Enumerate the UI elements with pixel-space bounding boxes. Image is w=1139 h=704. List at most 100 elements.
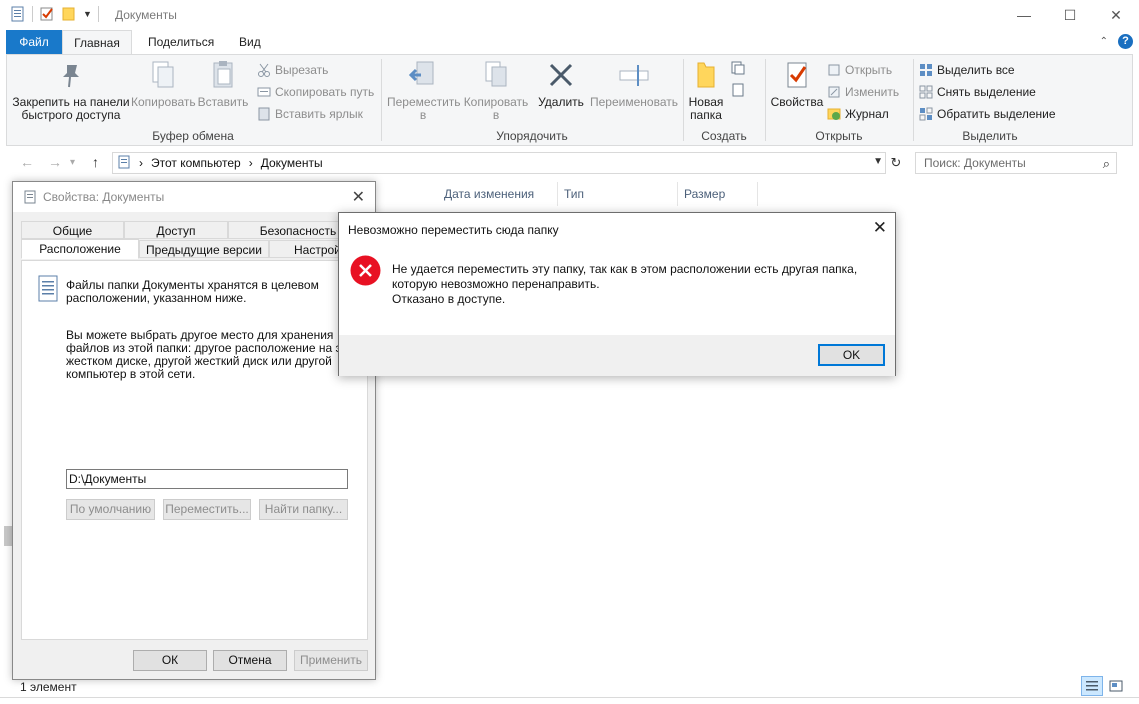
error-title: Невозможно переместить сюда папку [348, 223, 559, 237]
select-none-icon [919, 85, 933, 99]
search-icon: ⌕ [1102, 156, 1110, 171]
tab-location[interactable]: Расположение [21, 239, 139, 259]
group-select: Выделить все Снять выделение Обратить вы… [915, 55, 1065, 145]
history-icon [827, 107, 841, 121]
refresh-icon[interactable]: ↻ [887, 152, 905, 174]
recent-locations-icon[interactable]: ▾ [70, 157, 75, 168]
properties-cancel-button[interactable]: Отмена [213, 650, 287, 671]
new-folder-button[interactable]: Новая папка [687, 59, 725, 122]
pin-icon [55, 59, 87, 91]
select-all-button[interactable]: Выделить все [919, 61, 1015, 79]
tab-general[interactable]: Общие [21, 221, 124, 239]
properties-ok-button[interactable]: ОК [133, 650, 207, 671]
properties-apply-button[interactable]: Применить [294, 650, 368, 671]
properties-button[interactable]: Свойства [769, 59, 825, 109]
column-date-modified[interactable]: Дата изменения [438, 182, 558, 206]
paste-button[interactable]: Вставить [197, 59, 249, 109]
scissors-icon [257, 63, 271, 77]
address-dropdown-icon[interactable]: ▼ [873, 156, 883, 167]
breadcrumb-this-pc[interactable]: Этот компьютер [151, 156, 241, 170]
minimize-button[interactable]: — [1001, 0, 1047, 30]
address-field[interactable]: › Этот компьютер › Документы ▼ [112, 152, 886, 174]
large-icons-view-icon[interactable] [1105, 676, 1127, 696]
tab-share[interactable]: Поделиться [134, 30, 228, 54]
maximize-button[interactable]: ☐ [1047, 0, 1093, 30]
ribbon-tabs: Файл Главная Поделиться Вид ⌃ ? [0, 30, 1139, 55]
copy-button[interactable]: Копировать [131, 59, 196, 109]
tab-view[interactable]: Вид [225, 30, 275, 54]
column-size[interactable]: Размер [678, 182, 758, 206]
item-count: 1 элемент [20, 680, 77, 694]
error-ok-button[interactable]: OK [818, 344, 885, 366]
open-button[interactable]: Открыть [827, 61, 892, 79]
group-separator [913, 59, 914, 141]
paste-shortcut-icon [257, 107, 271, 121]
properties-dialog: Свойства: Документы ✕ Общие Доступ Безоп… [12, 181, 376, 680]
copy-to-button[interactable]: Копировать в [461, 59, 531, 122]
group-label-create: Создать [701, 129, 747, 143]
window-bottom-border [0, 697, 1139, 704]
new-item-button[interactable] [731, 59, 745, 77]
breadcrumb-documents[interactable]: Документы [261, 156, 323, 170]
help-icon[interactable]: ? [1118, 34, 1133, 49]
rename-label: Переименовать [590, 95, 678, 109]
close-button[interactable]: ✕ [1093, 0, 1139, 30]
group-label-open: Открыть [815, 129, 863, 143]
error-message-line-1: Не удается переместить эту папку, так ка… [392, 262, 858, 276]
paste-shortcut-button[interactable]: Вставить ярлык [257, 105, 363, 123]
search-placeholder: Поиск: Документы [924, 156, 1026, 170]
move-to-label: Переместить в [387, 95, 461, 122]
cut-button[interactable]: Вырезать [257, 61, 328, 79]
move-to-button[interactable]: Переместить в [387, 59, 461, 122]
error-dialog: Невозможно переместить сюда папку ✕ Не у… [338, 212, 896, 376]
search-input[interactable]: Поиск: Документы ⌕ [915, 152, 1117, 174]
details-view-icon[interactable] [1081, 676, 1103, 696]
tab-file[interactable]: Файл [6, 30, 62, 54]
copy-to-label: Копировать в [463, 95, 529, 122]
copy-icon [147, 59, 179, 91]
new-folder-icon[interactable] [61, 6, 77, 22]
delete-button[interactable]: Удалить [535, 59, 587, 109]
move-to-icon [407, 59, 439, 91]
move-button[interactable]: Переместить... [163, 499, 251, 520]
properties-check-icon[interactable] [39, 6, 55, 22]
copy-path-label: Скопировать путь [275, 85, 375, 99]
restore-default-button[interactable]: По умолчанию [66, 499, 155, 520]
rename-button[interactable]: Переименовать [589, 59, 679, 109]
find-folder-button[interactable]: Найти папку... [259, 499, 348, 520]
tab-previous-versions[interactable]: Предыдущие версии [139, 240, 269, 258]
back-arrow-icon[interactable]: ← [20, 154, 34, 170]
explorer-app-icon[interactable] [10, 6, 26, 22]
delete-x-icon [545, 59, 577, 91]
forward-arrow-icon[interactable]: → [48, 154, 62, 170]
paste-shortcut-label: Вставить ярлык [275, 107, 363, 121]
pin-to-quick-access-button[interactable]: Закрепить на панели быстрого доступа [11, 59, 131, 122]
location-hint-line-4: компьютер в этой сети. [66, 367, 196, 381]
location-path-input[interactable]: D:\Документы [66, 469, 348, 489]
column-type[interactable]: Тип [558, 182, 678, 206]
delete-label: Удалить [538, 95, 584, 109]
tab-home[interactable]: Главная [62, 30, 132, 55]
tab-sharing[interactable]: Доступ [124, 221, 228, 239]
group-organize: Переместить в Копировать в Удалить Переи… [383, 55, 681, 145]
rename-icon [618, 59, 650, 91]
history-button[interactable]: Журнал [827, 105, 889, 123]
edit-icon [827, 85, 841, 99]
invert-selection-button[interactable]: Обратить выделение [919, 105, 1056, 123]
invert-selection-icon [919, 107, 933, 121]
left-scrollbar-thumb[interactable] [4, 526, 12, 546]
collapse-ribbon-icon[interactable]: ⌃ [1100, 36, 1108, 47]
properties-title: Свойства: Документы [43, 190, 165, 204]
select-none-button[interactable]: Снять выделение [919, 83, 1036, 101]
breadcrumb-separator-icon: › [139, 156, 143, 170]
error-close-icon[interactable]: ✕ [873, 218, 887, 238]
copy-path-button[interactable]: Скопировать путь [257, 83, 374, 101]
address-bar-row: ← → ▾ ↑ › Этот компьютер › Документы ▼ ↻… [0, 150, 1139, 176]
up-arrow-icon[interactable]: ↑ [92, 154, 99, 170]
properties-close-icon[interactable]: ✕ [352, 187, 365, 207]
window-controls: — ☐ ✕ [1001, 0, 1139, 30]
history-label: Журнал [845, 107, 889, 121]
edit-button[interactable]: Изменить [827, 83, 899, 101]
qat-dropdown-icon[interactable]: ▼ [83, 9, 92, 19]
easy-access-button[interactable] [731, 81, 745, 99]
